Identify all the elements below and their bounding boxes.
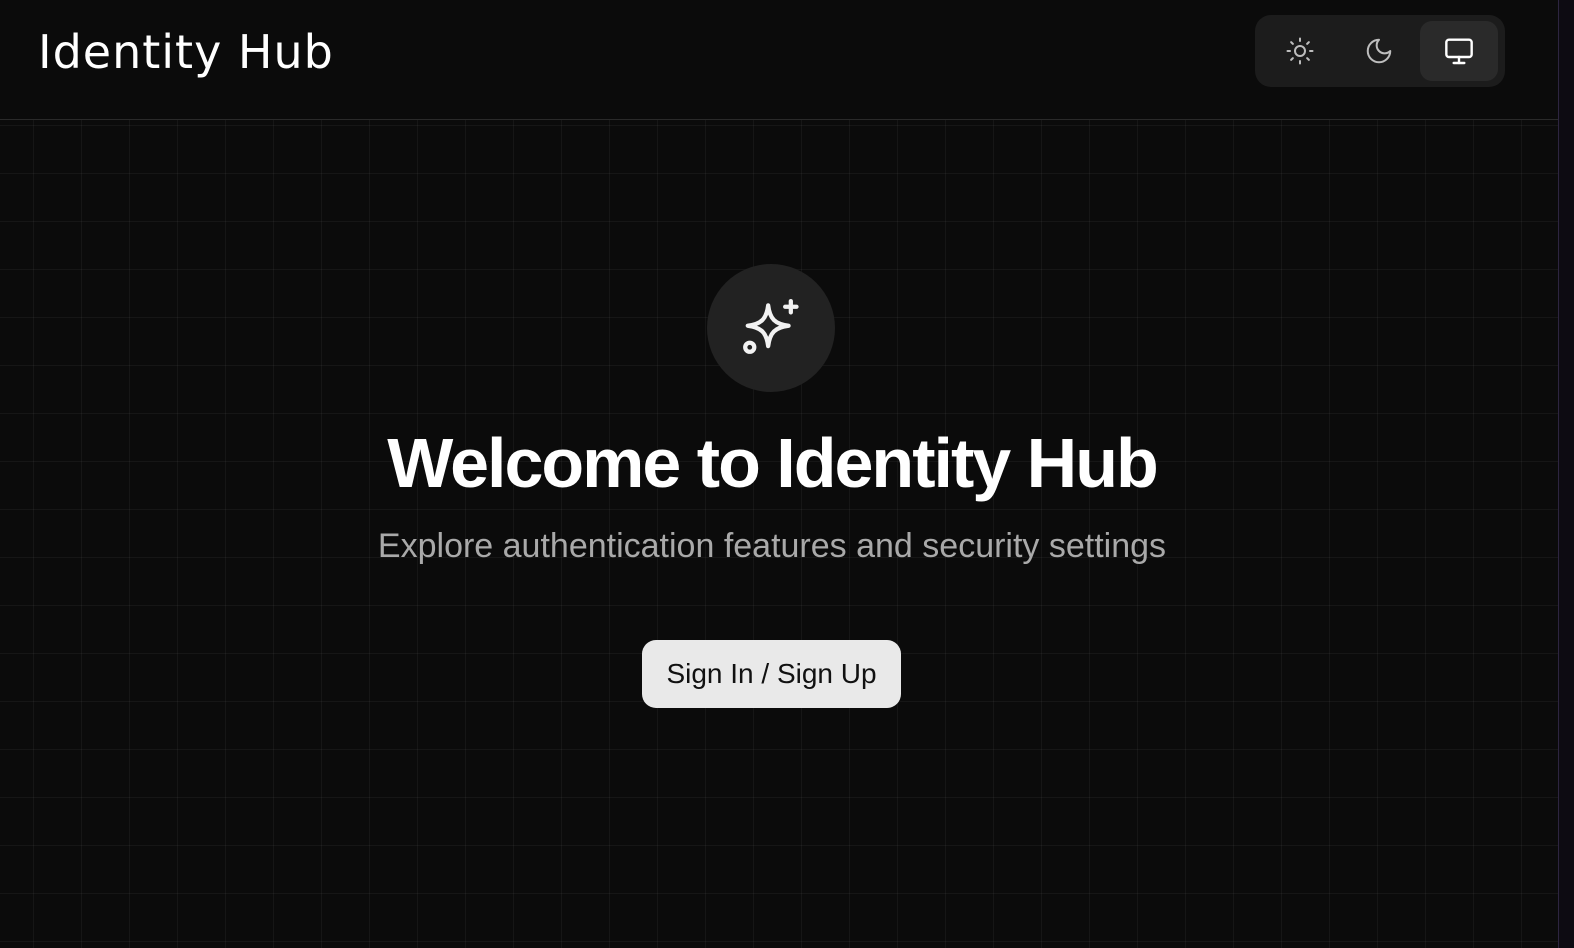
hero-title: Welcome to Identity Hub	[387, 424, 1158, 502]
theme-dark-button[interactable]	[1340, 21, 1418, 81]
moon-icon	[1366, 38, 1392, 64]
app-window: Identity Hub Welcome to Identity Hub Exp…	[0, 0, 1574, 948]
sun-icon	[1286, 37, 1314, 65]
theme-switcher	[1255, 15, 1505, 87]
hero-icon-circle	[707, 264, 835, 392]
top-header: Identity Hub	[0, 0, 1558, 120]
sign-in-sign-up-button[interactable]: Sign In / Sign Up	[642, 640, 901, 708]
monitor-icon	[1445, 38, 1473, 65]
hero-subtitle: Explore authentication features and secu…	[377, 527, 1167, 565]
brand-title: Identity Hub	[38, 25, 334, 79]
hero-section: Welcome to Identity Hub Explore authenti…	[0, 120, 1558, 948]
window-edge	[1558, 0, 1574, 948]
theme-system-button[interactable]	[1420, 21, 1498, 81]
sparkles-icon	[743, 298, 799, 354]
theme-light-button[interactable]	[1261, 21, 1339, 81]
